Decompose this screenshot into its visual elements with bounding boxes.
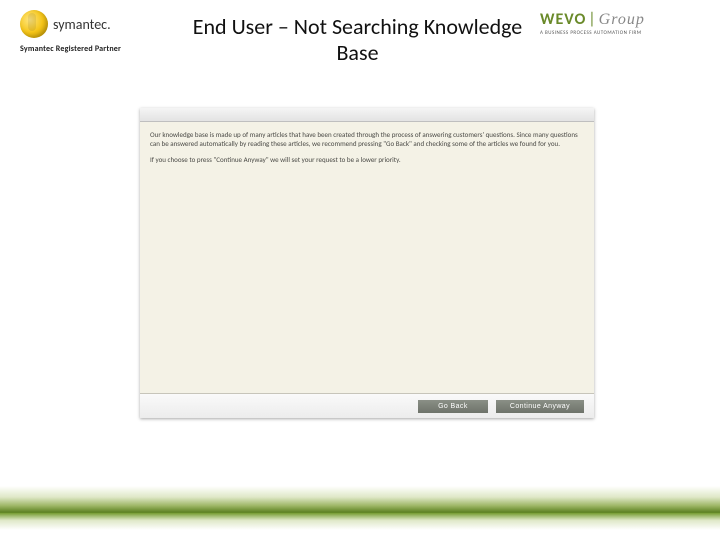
wevo-logo-block: WEVO | Group A BUSINESS PROCESS AUTOMATI… — [540, 10, 700, 36]
decorative-footer-band — [0, 486, 720, 530]
go-back-button[interactable]: Go Back — [418, 400, 488, 413]
wevo-brand-text: WEVO | Group — [540, 10, 700, 29]
continue-anyway-button[interactable]: Continue Anyway — [496, 400, 584, 413]
dialog-footer: Go Back Continue Anyway — [140, 394, 594, 418]
wevo-brand-part2: Group — [599, 11, 645, 29]
slide-title: End User – Not Searching Knowledge Base — [175, 10, 540, 67]
kb-message-paragraph-1: Our knowledge base is made up of many ar… — [150, 130, 584, 149]
wevo-brand-part1: WEVO — [540, 10, 586, 29]
symantec-orb-icon — [20, 10, 48, 38]
dialog-body: Our knowledge base is made up of many ar… — [140, 122, 594, 394]
wevo-brand-divider: | — [588, 10, 596, 29]
kb-message-paragraph-2: If you choose to press "Continue Anyway"… — [150, 155, 584, 164]
wevo-tagline: A BUSINESS PROCESS AUTOMATION FIRM — [540, 30, 700, 36]
dialog-toolbar — [140, 108, 594, 122]
slide-header: symantec. Symantec Registered Partner En… — [0, 0, 720, 67]
dialog-panel: Our knowledge base is made up of many ar… — [140, 108, 594, 418]
symantec-logo-block: symantec. Symantec Registered Partner — [20, 10, 175, 54]
symantec-partner-tagline: Symantec Registered Partner — [20, 44, 175, 54]
symantec-brand-text: symantec. — [53, 16, 111, 33]
